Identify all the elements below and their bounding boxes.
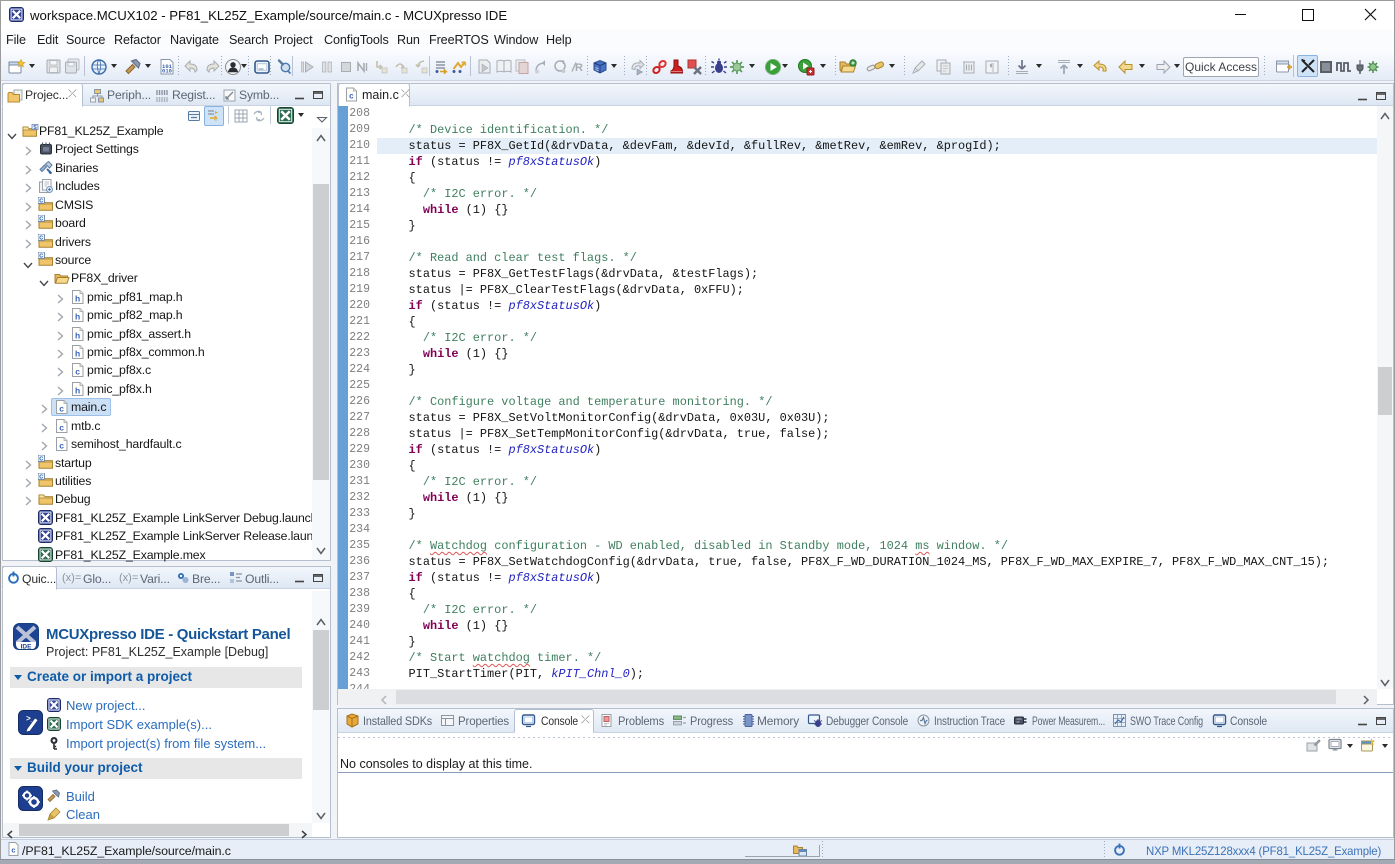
svg-text:c: c [59, 404, 64, 414]
svg-text:c: c [59, 440, 64, 450]
svg-text:C: C [39, 253, 43, 259]
svg-text:C: C [39, 216, 43, 222]
svg-text:¶: ¶ [990, 63, 995, 74]
svg-text:c: c [75, 367, 80, 377]
svg-text:C: C [39, 198, 43, 204]
svg-text:h: h [75, 293, 80, 303]
svg-text:h: h [75, 348, 80, 358]
svg-text:c: c [11, 846, 15, 855]
svg-text:R: R [575, 62, 583, 74]
svg-text:c: c [349, 92, 354, 101]
svg-text:C: C [39, 235, 43, 241]
svg-text:IDE: IDE [21, 644, 33, 651]
svg-text:C: C [39, 456, 43, 462]
svg-text:C: C [39, 474, 43, 480]
svg-text:h: h [75, 385, 80, 395]
svg-text:h: h [75, 311, 80, 321]
svg-text:010: 010 [162, 68, 172, 75]
svg-text:h: h [75, 330, 80, 340]
svg-text:c: c [59, 422, 64, 432]
